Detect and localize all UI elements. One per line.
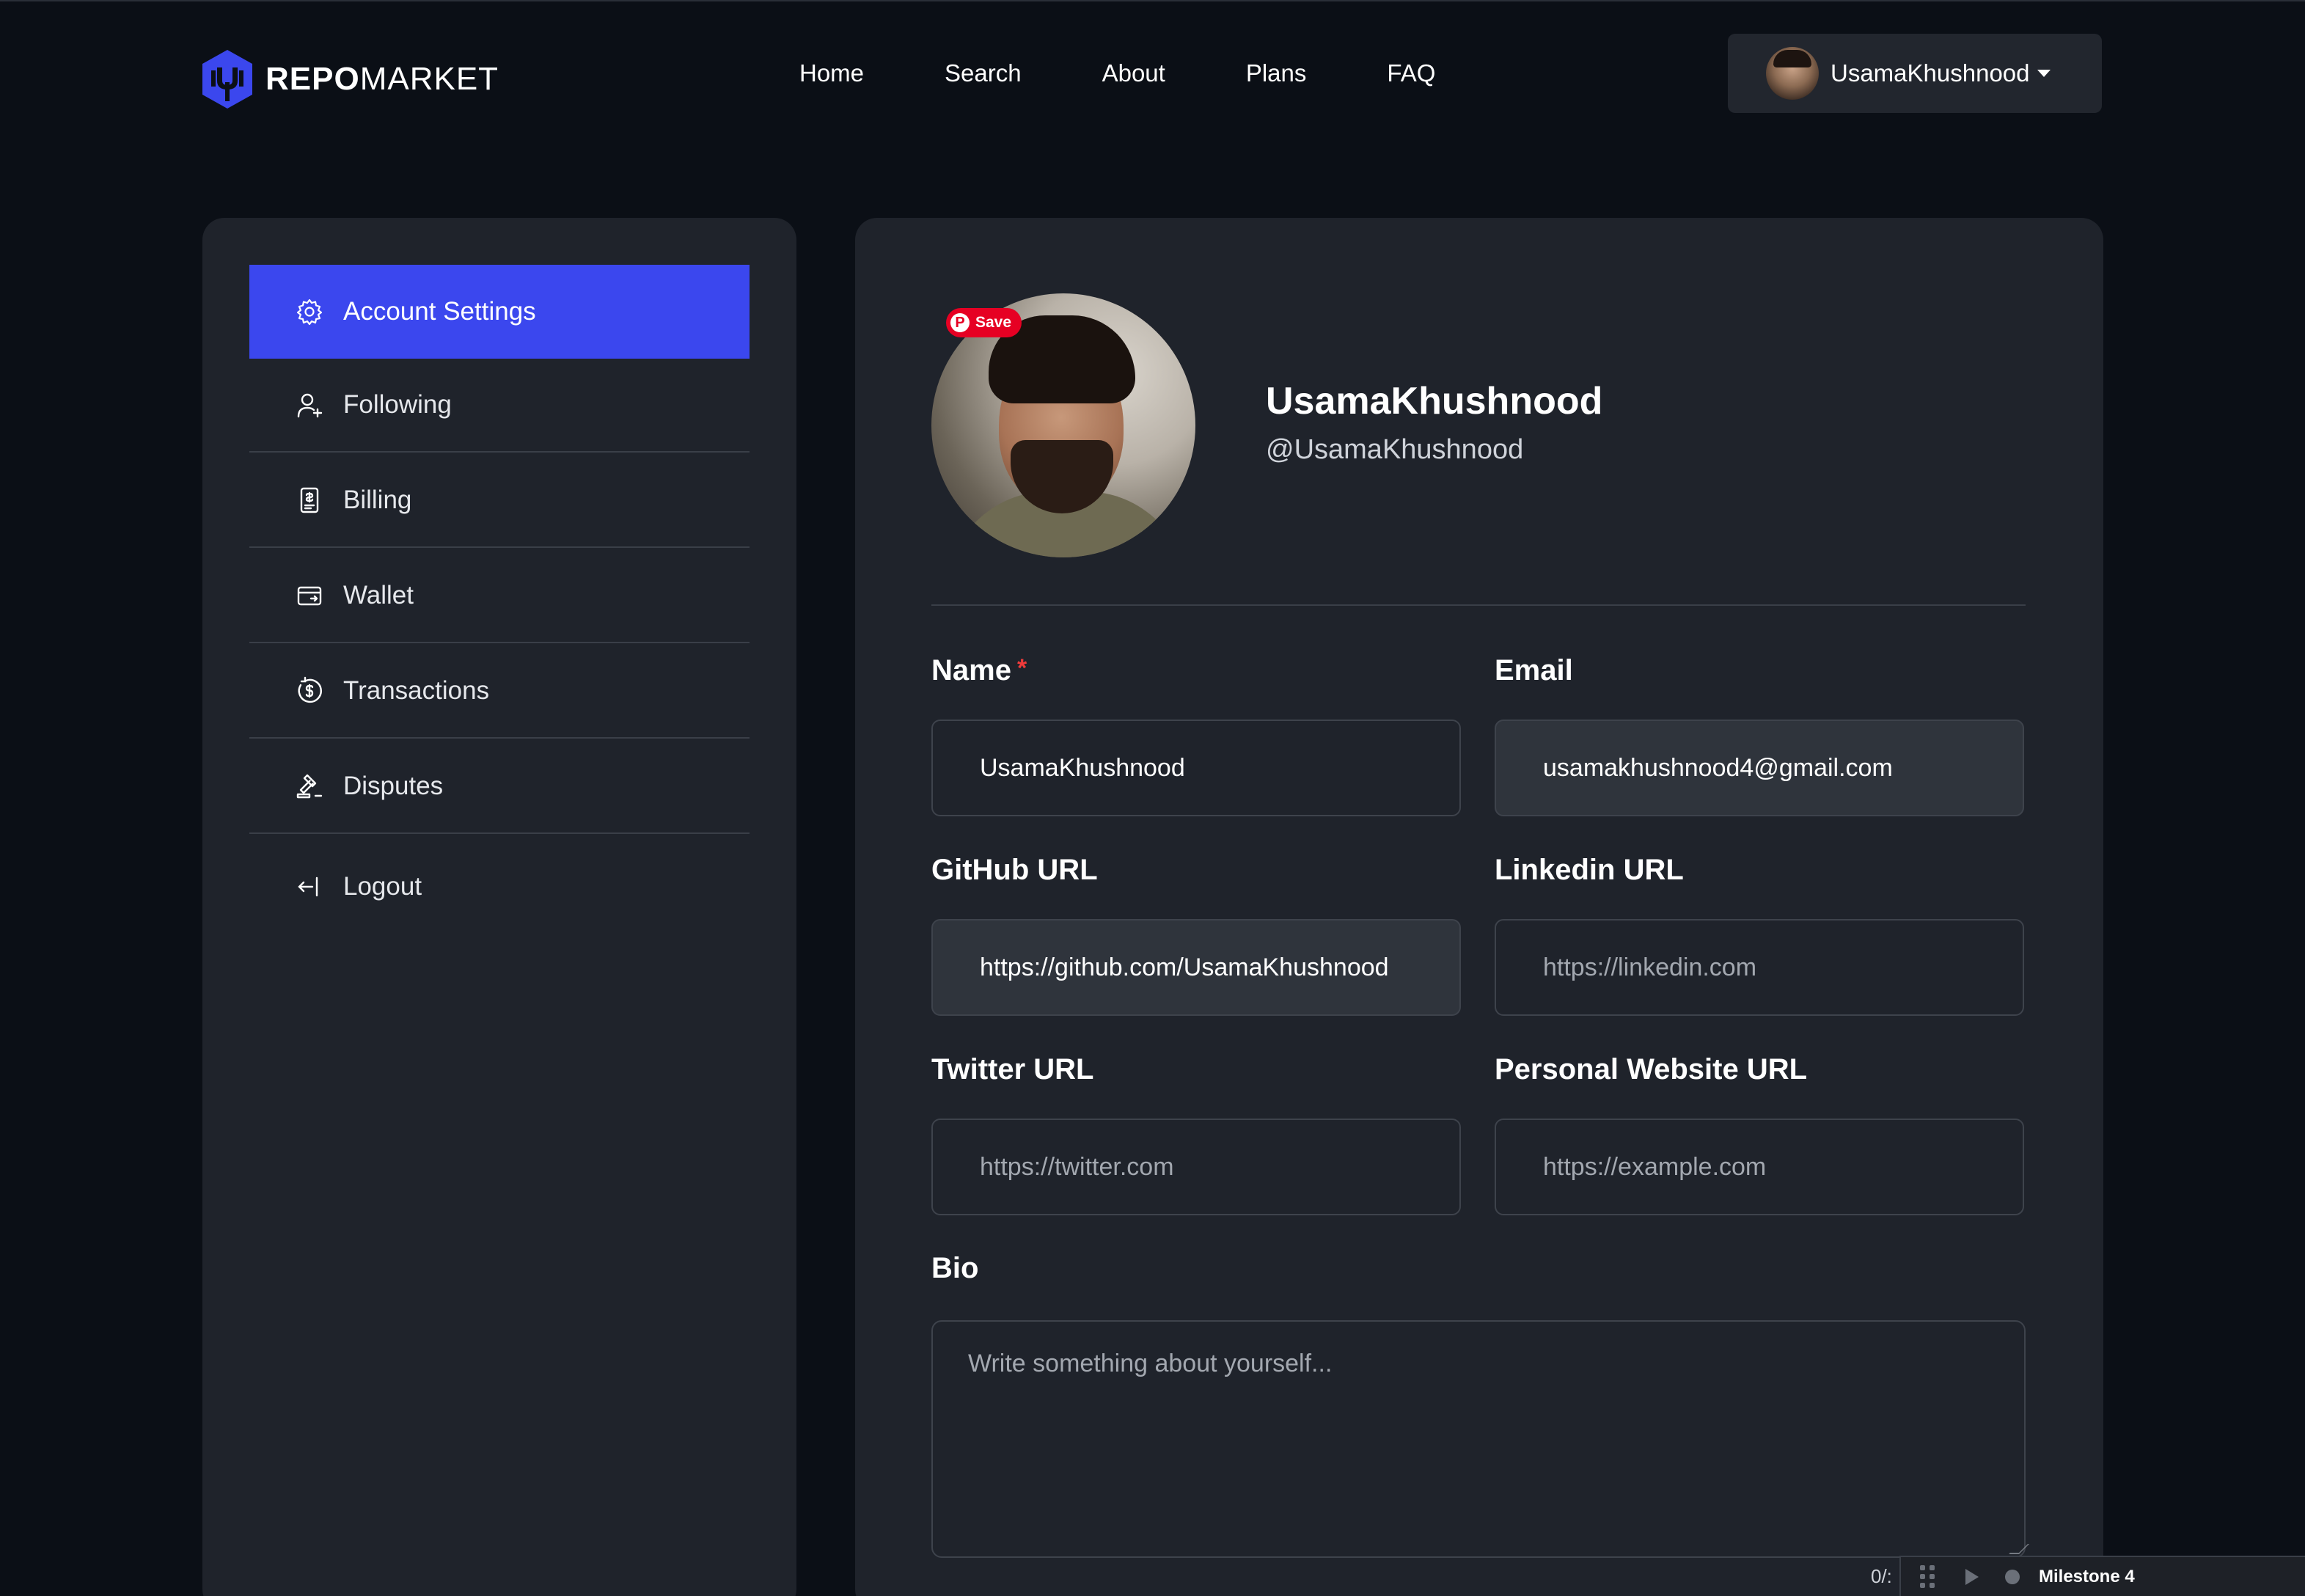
- play-icon[interactable]: [1965, 1568, 1979, 1585]
- sidebar-item-label: Account Settings: [343, 297, 536, 326]
- sidebar-item-label: Following: [343, 390, 452, 419]
- sidebar-item-following[interactable]: Following: [249, 359, 750, 453]
- github-label: GitHub URL: [931, 854, 1098, 886]
- linkedin-url-field[interactable]: [1495, 919, 2024, 1016]
- linkedin-label: Linkedin URL: [1495, 854, 1684, 886]
- record-icon[interactable]: [2005, 1569, 2020, 1584]
- user-menu-name: UsamaKhushnood: [1831, 59, 2030, 87]
- gavel-icon: [295, 772, 324, 801]
- recorder-toolbar: Milestone 4: [1899, 1556, 2305, 1596]
- sidebar-item-label: Billing: [343, 486, 412, 514]
- sidebar-item-label: Transactions: [343, 676, 490, 705]
- chevron-down-icon: [2037, 70, 2051, 77]
- sidebar-item-label: Disputes: [343, 772, 444, 800]
- divider: [931, 604, 2026, 606]
- github-url-field[interactable]: [931, 919, 1461, 1016]
- email-label: Email: [1495, 654, 1573, 687]
- nav-about[interactable]: About: [1102, 59, 1165, 87]
- sidebar-item-disputes[interactable]: Disputes: [249, 740, 750, 834]
- sidebar-item-label: Logout: [343, 872, 422, 901]
- website-label: Personal Website URL: [1495, 1053, 1808, 1086]
- gear-icon: [295, 297, 324, 326]
- receipt-icon: [295, 486, 324, 515]
- logout-icon: [295, 872, 324, 901]
- nav-plans[interactable]: Plans: [1246, 59, 1307, 87]
- nav-faq[interactable]: FAQ: [1387, 59, 1435, 87]
- email-field[interactable]: [1495, 720, 2024, 816]
- user-menu-button[interactable]: UsamaKhushnood: [1728, 34, 2102, 113]
- sidebar-item-logout[interactable]: Logout: [249, 840, 750, 934]
- profile-handle: @UsamaKhushnood: [1266, 434, 1524, 465]
- pinterest-icon: P: [950, 313, 970, 332]
- repomarket-logo-icon: [202, 50, 252, 109]
- website-url-field[interactable]: [1495, 1119, 2024, 1215]
- top-navbar: REPOMARKET Home Search About Plans FAQ U…: [0, 0, 2305, 147]
- brand-logo[interactable]: REPOMARKET: [199, 48, 499, 110]
- brand-name: REPOMARKET: [265, 61, 499, 97]
- sidebar-item-billing[interactable]: Billing: [249, 454, 750, 548]
- milestone-label: Milestone 4: [2039, 1566, 2135, 1586]
- bio-label: Bio: [931, 1252, 979, 1284]
- sidebar-item-account-settings[interactable]: Account Settings: [249, 265, 750, 359]
- save-label: Save: [975, 314, 1012, 331]
- main-nav: Home Search About Plans FAQ: [799, 54, 1435, 92]
- twitter-url-field[interactable]: [931, 1119, 1461, 1215]
- user-plus-icon: [295, 390, 324, 420]
- twitter-label: Twitter URL: [931, 1053, 1094, 1086]
- sidebar-item-transactions[interactable]: Transactions: [249, 645, 750, 739]
- account-settings-panel: P Save UsamaKhushnood @UsamaKhushnood Na…: [855, 218, 2103, 1596]
- nav-home[interactable]: Home: [799, 59, 864, 87]
- sidebar-item-label: Wallet: [343, 581, 414, 610]
- bio-textarea[interactable]: [931, 1320, 2026, 1558]
- pinterest-save-button[interactable]: P Save: [946, 308, 1022, 337]
- profile-name: UsamaKhushnood: [1266, 380, 1603, 422]
- wallet-icon: [295, 581, 324, 610]
- required-marker: *: [1016, 654, 1027, 682]
- drag-handle-icon[interactable]: [1920, 1564, 1936, 1589]
- nav-search[interactable]: Search: [945, 59, 1022, 87]
- settings-sidebar: Account Settings Following Billing Walle…: [202, 218, 796, 1596]
- bio-character-counter: 0/:: [1871, 1565, 1892, 1587]
- sidebar-item-wallet[interactable]: Wallet: [249, 549, 750, 643]
- user-avatar: [1766, 47, 1819, 100]
- dollar-cycle-icon: [295, 676, 324, 706]
- name-label: Name *: [931, 654, 1027, 687]
- name-field[interactable]: [931, 720, 1461, 816]
